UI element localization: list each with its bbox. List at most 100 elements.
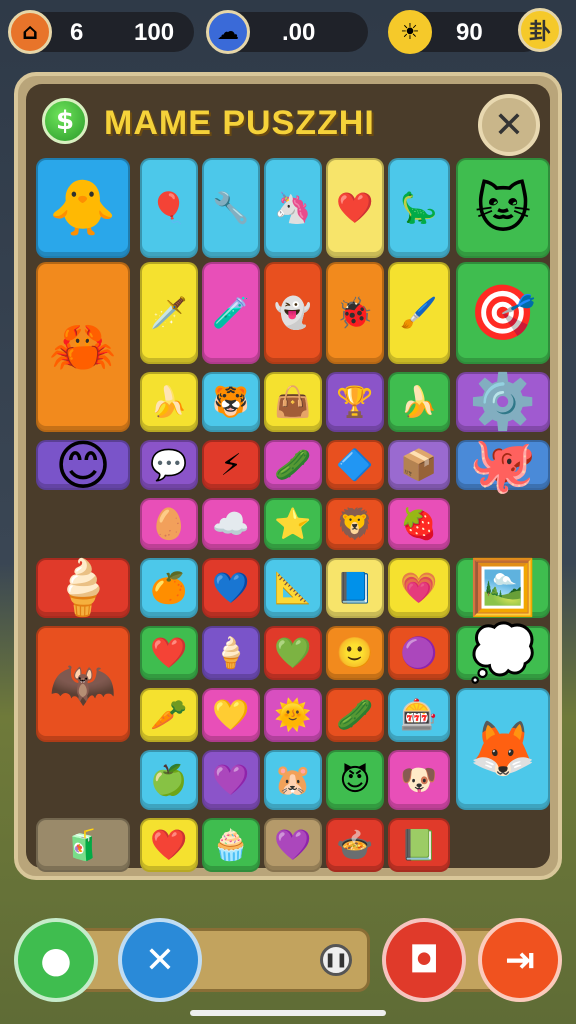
puzzle-tile[interactable]: 🧃 [36,818,130,872]
puzzle-tile[interactable]: 👜 [264,372,322,432]
puzzle-tile[interactable]: 🦁 [326,498,384,550]
menu-icon[interactable]: 卦 [518,8,562,52]
puzzle-panel: $ MAME PUSZZHI ✕ 🐥 🎈 🔧 🦄 ❤️ 🦕 🐱 🦀 🗡️ 🧪 👻 🐞 🖌️ 🎯 🍌 🐯 👜 🏆 🍌 ⚙… [14,72,562,880]
puzzle-tile[interactable]: ⭐ [264,498,322,550]
puzzle-tile[interactable]: 🥕 [140,688,198,742]
puzzle-tile[interactable]: ❤️ [326,158,384,258]
camera-button[interactable]: ◘ [382,918,466,1002]
tile-icon: 💬 [150,447,188,483]
tile-icon: 🥕 [150,697,188,733]
puzzle-tile[interactable]: 🎈 [140,158,198,258]
shuffle-button[interactable]: ✕ [118,918,202,1002]
tile-icon: ⚙️ [469,370,537,433]
puzzle-tile[interactable]: 🐥 [36,158,130,258]
puzzle-tile[interactable]: 🦇 [36,626,130,742]
puzzle-tile[interactable]: 🧁 [202,818,260,872]
puzzle-tile[interactable]: 🍊 [140,558,198,618]
puzzle-tile[interactable]: 😈 [326,750,384,810]
tile-icon: 🦊 [469,717,537,780]
tile-icon: 😊 [54,433,112,497]
tile-icon: 👜 [274,384,312,420]
puzzle-tile[interactable]: 💗 [388,558,450,618]
puzzle-tile[interactable]: 📘 [326,558,384,618]
puzzle-tile[interactable]: 🐶 [388,750,450,810]
puzzle-tile[interactable]: 💬 [140,440,198,490]
tile-icon: 😈 [339,762,371,798]
puzzle-tile[interactable]: 🟣 [388,626,450,680]
puzzle-tile[interactable]: 💛 [202,688,260,742]
puzzle-tile[interactable]: 🌞 [264,688,322,742]
tile-icon: 🦁 [336,506,374,542]
puzzle-tile[interactable]: 🥒 [326,688,384,742]
puzzle-tile[interactable]: 🦊 [456,688,550,810]
tile-icon: 🥒 [336,697,374,733]
top-hud: ⌂ 6 100 ☁ .00 ☀ 90 卦 [8,8,566,56]
puzzle-tile[interactable]: ⚡ [202,440,260,490]
puzzle-tile[interactable]: 🍏 [140,750,198,810]
tile-icon: 🐥 [49,176,117,239]
globe-icon[interactable]: ☁ [206,10,250,54]
puzzle-tile[interactable]: 🦀 [36,262,130,432]
tile-icon: 🎯 [469,281,537,344]
resource-left-value-b: 100 [134,19,175,46]
tile-icon: 📐 [274,570,312,606]
tile-icon: 🖼️ [469,556,537,619]
tile-icon: ⭐ [274,506,312,542]
pause-button[interactable]: ❚❚ [320,944,352,976]
puzzle-tile[interactable]: 📐 [264,558,322,618]
puzzle-tile[interactable]: 💭 [456,621,550,684]
puzzle-tile[interactable]: 🐹 [264,750,322,810]
resource-left-value-a: 6 [70,19,84,46]
puzzle-tile[interactable]: 🍦 [202,626,260,680]
puzzle-tile[interactable]: 🍌 [140,372,198,432]
resource-bar-center: ☁ .00 [206,10,368,54]
title-bar: $ MAME PUSZZHI ✕ [36,92,540,156]
puzzle-tile[interactable]: 🙂 [326,626,384,680]
puzzle-tile[interactable]: 🖼️ [456,556,550,619]
puzzle-tile[interactable]: 🦕 [388,158,450,258]
home-indicator[interactable] [190,1010,386,1016]
close-button[interactable]: ✕ [478,94,540,156]
shuffle-icon: ✕ [144,939,176,981]
puzzle-tile[interactable]: 💚 [264,626,322,680]
puzzle-tile[interactable]: 🔷 [326,440,384,490]
puzzle-tile[interactable]: 🍦 [36,556,130,619]
puzzle-tile[interactable]: ❤️ [140,626,198,680]
tile-icon: 🎈 [150,190,188,226]
puzzle-tile[interactable]: 🏆 [326,372,384,432]
puzzle-tile[interactable]: 🗡️ [140,262,198,364]
exit-button[interactable]: ⇥ [478,918,562,1002]
puzzle-tile[interactable]: 🍌 [388,372,450,432]
tile-icon: 🧁 [212,827,250,863]
puzzle-tile[interactable]: ☁️ [202,498,260,550]
puzzle-tile[interactable]: 💙 [202,558,260,618]
puzzle-tile[interactable]: ❤️ [140,818,198,872]
puzzle-tile[interactable]: 🥚 [140,498,198,550]
shop-icon[interactable]: ⌂ [8,10,52,54]
puzzle-tile[interactable]: 💜 [202,750,260,810]
puzzle-tile[interactable]: 🍓 [388,498,450,550]
tile-icon: 🍲 [336,827,374,863]
puzzle-tile[interactable]: 🐯 [202,372,260,432]
puzzle-tile[interactable]: 🐙 [456,433,550,496]
puzzle-tile[interactable]: 😊 [36,434,130,497]
puzzle-tile[interactable]: 💜 [264,818,322,872]
puzzle-tile[interactable]: 🎯 [456,262,550,364]
puzzle-tile[interactable]: 📦 [388,440,450,490]
puzzle-tile[interactable]: 👻 [264,262,322,364]
puzzle-tile[interactable]: 🍲 [326,818,384,872]
puzzle-tile[interactable]: 🐞 [326,262,384,364]
tile-icon: ❤️ [336,190,374,226]
joystick-button[interactable]: ● [14,918,98,1002]
puzzle-tile[interactable]: 📗 [388,818,450,872]
puzzle-tile[interactable]: 🔧 [202,158,260,258]
puzzle-tile[interactable]: 🦄 [264,158,322,258]
puzzle-tile[interactable]: 🥒 [264,440,322,490]
puzzle-tile[interactable]: 🖌️ [388,262,450,364]
tile-icon: 💜 [212,762,250,798]
puzzle-tile[interactable]: 🧪 [202,262,260,364]
puzzle-tile[interactable]: 🎰 [388,688,450,742]
puzzle-tile[interactable]: ⚙️ [456,370,550,433]
tile-icon: 🍓 [400,506,438,542]
puzzle-tile[interactable]: 🐱 [456,158,550,258]
